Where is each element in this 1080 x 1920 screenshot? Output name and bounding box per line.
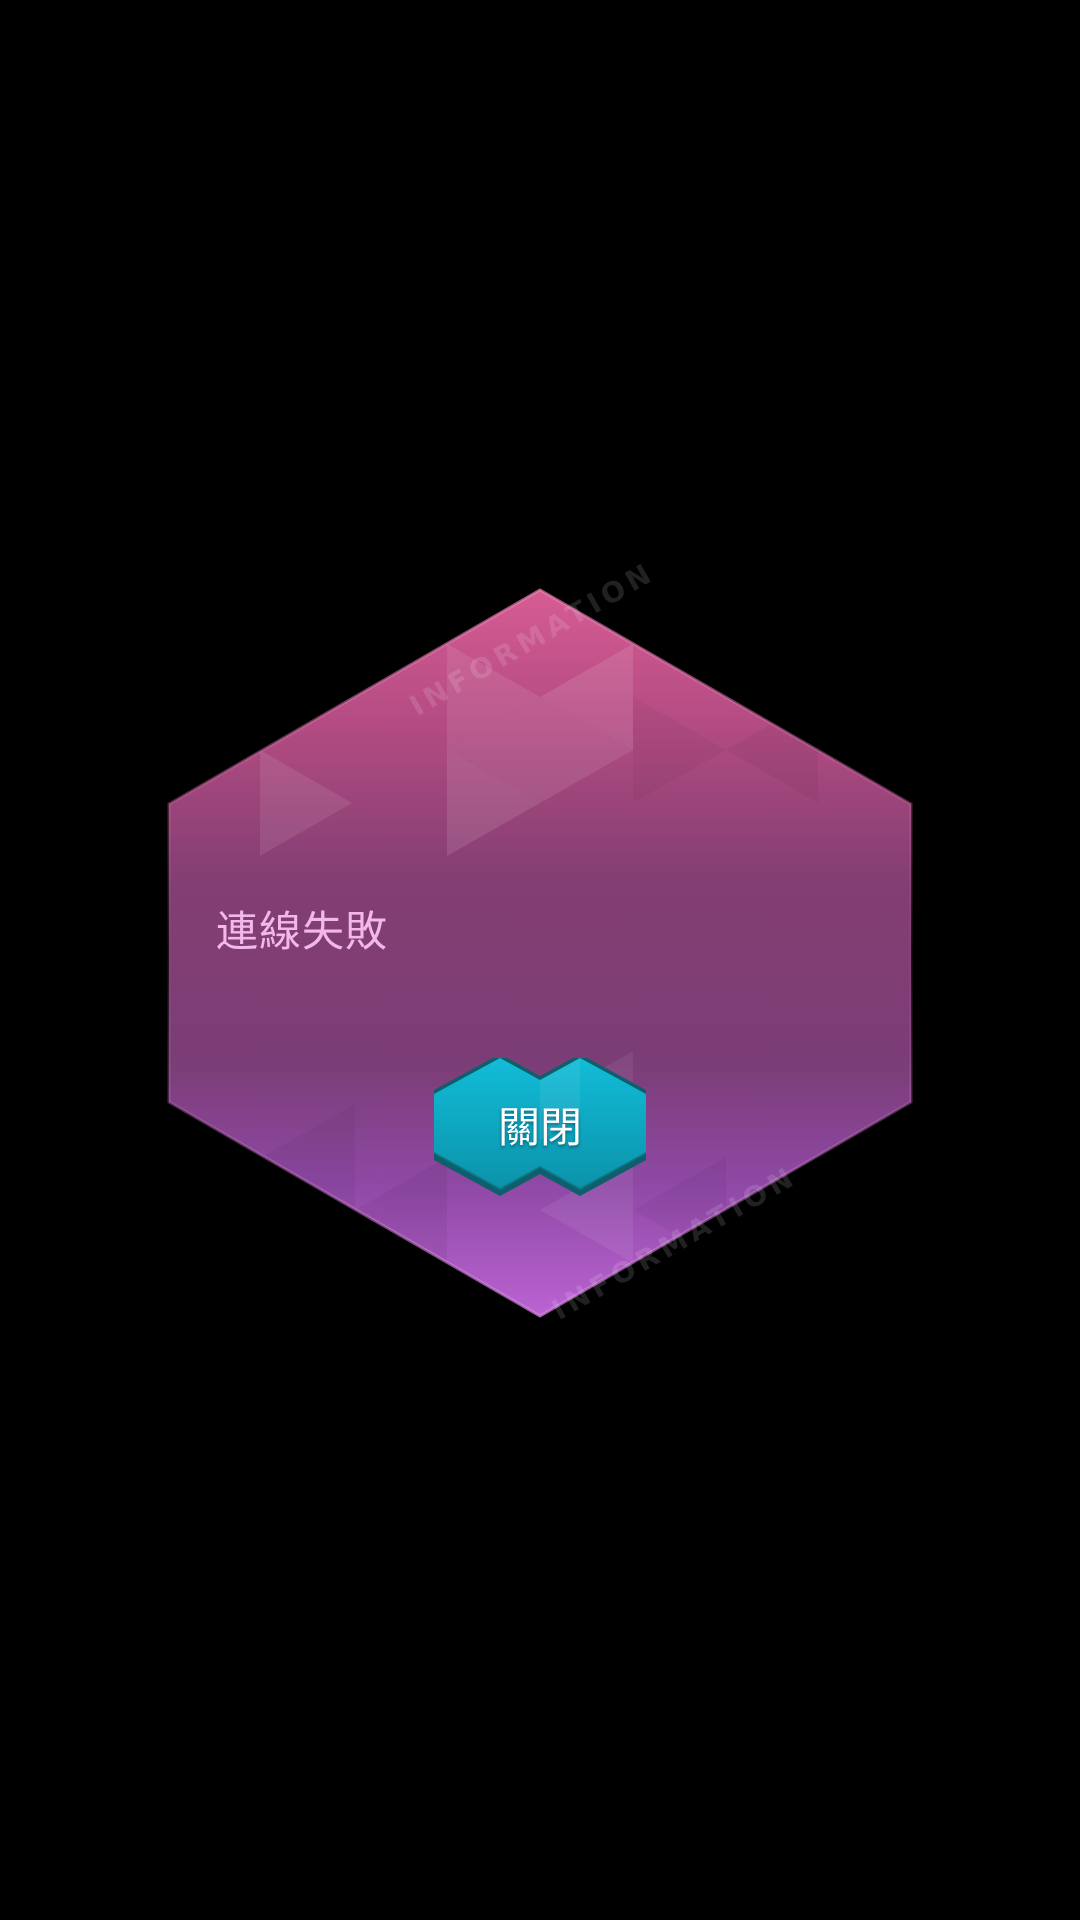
- hexagon-panel: [167, 588, 913, 1318]
- close-button-label: 關閉: [497, 1103, 582, 1152]
- information-dialog: INFORMATION INFORMATION 連線失敗 關閉: [0, 0, 1080, 1920]
- close-button[interactable]: 關閉: [434, 1058, 646, 1196]
- error-message: 連線失敗: [216, 907, 389, 956]
- screen: INFORMATION INFORMATION 連線失敗 關閉: [0, 0, 1080, 1920]
